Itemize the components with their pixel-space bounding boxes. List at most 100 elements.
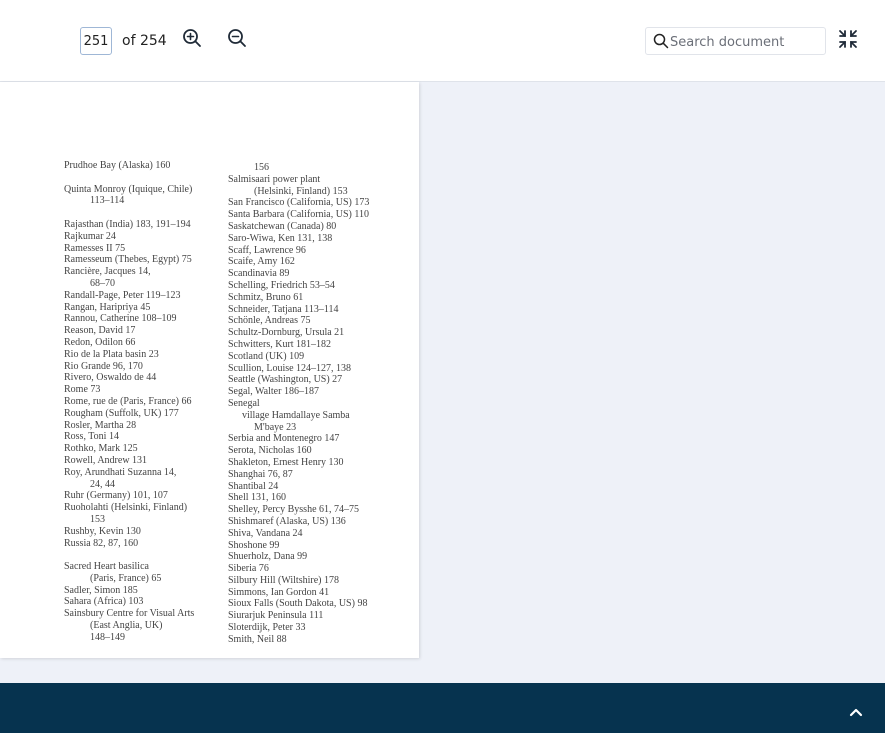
index-entry: Rushby, Kevin 130 — [64, 525, 141, 537]
zoom-in-button[interactable] — [181, 27, 203, 49]
index-entry: Siberia 76 — [228, 563, 269, 575]
index-entry: Scotland (UK) 109 — [228, 350, 305, 362]
chevron-up-icon — [849, 708, 863, 717]
zoom-out-button[interactable] — [226, 27, 248, 49]
zoom-in-icon — [183, 29, 201, 47]
index-entry: Sainsbury Centre for Visual Arts — [64, 608, 195, 620]
index-entry: (Paris, France) 65 — [90, 572, 162, 584]
index-entry: Seattle (Washington, US) 27 — [228, 374, 343, 386]
index-entry: Rome, rue de (Paris, France) 66 — [64, 395, 192, 407]
index-entry: Redon, Odilon 66 — [64, 336, 136, 348]
index-entry: Rannou, Catherine 108–109 — [64, 313, 177, 325]
search-icon — [653, 33, 669, 49]
index-entry: Shuerholz, Dana 99 — [228, 551, 308, 563]
collapse-icon — [839, 30, 857, 48]
index-entry: Rangan, Haripriya 45 — [64, 301, 151, 313]
index-entry: Rio de la Plata basin 23 — [64, 348, 159, 360]
index-entry: Simmons, Ian Gordon 41 — [228, 586, 330, 598]
index-gap — [64, 549, 224, 561]
index-entry: Scaff, Lawrence 96 — [228, 244, 306, 256]
index-entry: Sacred Heart basilica — [64, 561, 149, 573]
page-number-input[interactable] — [80, 27, 112, 55]
index-entry: 68–70 — [90, 277, 115, 289]
index-entry: Serbia and Montenegro 147 — [228, 433, 340, 445]
index-entry: Russia 82, 87, 160 — [64, 537, 139, 549]
zoom-out-icon — [228, 29, 246, 47]
index-entry: Sloterdijk, Peter 33 — [228, 622, 306, 634]
index-entry: Shantibal 24 — [228, 480, 279, 492]
index-entry: Sahara (Africa) 103 — [64, 596, 144, 608]
index-entry: Salmisaari power plant — [228, 173, 321, 185]
index-entry: 24, 44 — [90, 478, 115, 490]
index-entry: Rothko, Mark 125 — [64, 443, 138, 455]
index-entry: Ramesses II 75 — [64, 242, 126, 254]
index-entry: Siurarjuk Peninsula 111 — [228, 610, 324, 622]
index-entry: Rivero, Oswaldo de 44 — [64, 372, 157, 384]
index-entry: Schönle, Andreas 75 — [228, 315, 311, 327]
search-input[interactable] — [670, 32, 820, 52]
document-page: Prudhoe Bay (Alaska) 160 Quinta Monroy (I… — [0, 82, 419, 658]
index-entry: Quinta Monroy (Iquique, Chile) — [64, 183, 193, 195]
index-entry: village Hamdallaye Samba — [242, 409, 350, 421]
index-entry: Santa Barbara (California, US) 110 — [228, 209, 369, 221]
page-footer — [0, 683, 885, 733]
index-entry: Schelling, Friedrich 53–54 — [228, 279, 335, 291]
index-entry: Scandinavia 89 — [228, 268, 290, 280]
index-entry: Shakleton, Ernest Henry 130 — [228, 456, 344, 468]
index-entry: Smith, Neil 88 — [228, 633, 287, 645]
search-box — [645, 27, 826, 55]
collapse-button[interactable] — [838, 29, 858, 49]
index-entry: Rancière, Jacques 14, — [64, 266, 151, 278]
index-entry: 153 — [90, 513, 105, 525]
index-entry: Shelley, Percy Bysshe 61, 74–75 — [228, 504, 360, 516]
index-entry: Ross, Toni 14 — [64, 431, 119, 443]
index-entry: M'baye 23 — [254, 421, 297, 433]
index-entry: Shoshone 99 — [228, 539, 280, 551]
index-entry: (Helsinki, Finland) 153 — [254, 185, 348, 197]
index-entry: Schneider, Tatjana 113–114 — [228, 303, 339, 315]
index-entry: Ruoholahti (Helsinki, Finland) — [64, 502, 188, 514]
index-entry: Roy, Arundhati Suzanna 14, — [64, 466, 177, 478]
index-entry: Reason, David 17 — [64, 325, 136, 337]
index-entry: Rowell, Andrew 131 — [64, 454, 148, 466]
index-entry: Silbury Hill (Wiltshire) 178 — [228, 574, 339, 586]
index-entry: Rougham (Suffolk, UK) 177 — [64, 407, 179, 419]
index-entry: Scaife, Amy 162 — [228, 256, 295, 268]
index-entry: Ruhr (Germany) 101, 107 — [64, 490, 168, 502]
index-entry: San Francisco (California, US) 173 — [228, 197, 370, 209]
index-entry: Schmitz, Bruno 61 — [228, 291, 304, 303]
index-entry: Rome 73 — [64, 384, 101, 396]
index-entry: Serota, Nicholas 160 — [228, 445, 312, 457]
index-entry: Ramesseum (Thebes, Egypt) 75 — [64, 254, 192, 266]
index-gap — [64, 172, 224, 184]
index-entry: Saro-Wiwa, Ken 131, 138 — [228, 232, 333, 244]
index-entry: Rajasthan (India) 183, 191–194 — [64, 218, 191, 230]
viewer-toolbar: of 254 — [0, 0, 885, 82]
index-gap — [64, 207, 224, 219]
index-entry: Saskatchewan (Canada) 80 — [228, 220, 337, 232]
index-entry: Schultz-Dornburg, Ursula 21 — [228, 327, 345, 339]
index-entry: Sioux Falls (South Dakota, US) 98 — [228, 598, 368, 610]
index-column-right: 156 Salmisaari power plant (Helsinki, Finl… — [228, 162, 403, 646]
page-total-label: of 254 — [122, 33, 167, 49]
index-entry: Randall-Page, Peter 119–123 — [64, 289, 181, 301]
index-entry: Schwitters, Kurt 181–182 — [228, 338, 332, 350]
index-entry: 113–114 — [90, 195, 125, 207]
index-entry: Shishmaref (Alaska, US) 136 — [228, 515, 346, 527]
index-entry: 148–149 — [90, 631, 125, 643]
index-entry: Sadler, Simon 185 — [64, 584, 138, 596]
index-entry: Senegal — [228, 397, 260, 409]
index-entry: 156 — [254, 162, 269, 173]
index-entry: Shiva, Vandana 24 — [228, 527, 303, 539]
index-entry: Rosler, Martha 28 — [64, 419, 137, 431]
back-to-top-button[interactable] — [848, 705, 864, 717]
index-entry: Rio Grande 96, 170 — [64, 360, 143, 372]
index-entry: Rajkumar 24 — [64, 230, 116, 242]
index-entry: Prudhoe Bay (Alaska) 160 — [64, 160, 171, 171]
index-entry: Shell 131, 160 — [228, 492, 287, 504]
index-entry: Scullion, Louise 124–127, 138 — [228, 362, 352, 374]
index-entry: Shanghai 76, 87 — [228, 468, 293, 480]
index-entry: Segal, Walter 186–187 — [228, 386, 319, 398]
index-entry: (East Anglia, UK) — [90, 620, 163, 632]
index-column-left: Prudhoe Bay (Alaska) 160 Quinta Monroy (I… — [64, 160, 224, 644]
